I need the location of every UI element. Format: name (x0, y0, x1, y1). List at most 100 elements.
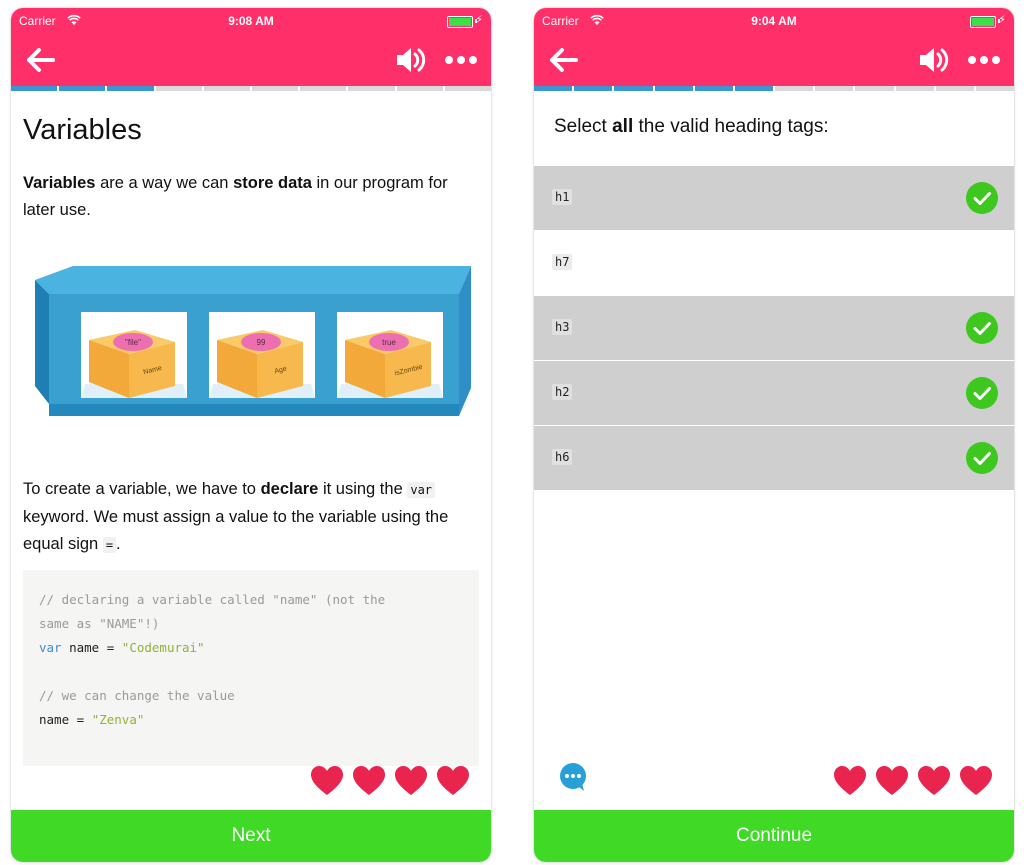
lives-hearts (311, 766, 469, 796)
progress-segment (895, 86, 934, 91)
charging-icon: ⚡ (475, 14, 483, 26)
status-time: 9:08 AM (228, 14, 274, 28)
heart-icon (437, 766, 469, 795)
heart-icon (395, 766, 427, 795)
more-dots-icon (445, 56, 477, 64)
code-line-6-string: "Zenva" (91, 712, 145, 727)
lesson-screen: Carrier 9:08 AM ⚡ Variables Variables ar… (11, 8, 491, 862)
declare-text-3: keyword. We must assign a value to the v… (23, 508, 449, 553)
progress-segment (396, 86, 443, 91)
declare-text-4: . (116, 535, 121, 553)
progress-segment (574, 86, 613, 91)
code-line-3-name: name = (61, 640, 122, 655)
heart-icon (311, 766, 343, 795)
answer-option-h7[interactable]: h7 (534, 231, 1014, 295)
answer-option-h2[interactable]: h2 (534, 361, 1014, 425)
battery-level (972, 18, 994, 26)
check-circle-icon (966, 182, 998, 214)
progress-segment (155, 86, 202, 91)
code-line-2: same as "NAME"!) (39, 616, 160, 631)
more-dots-icon (968, 56, 1000, 64)
progress-segment (348, 86, 395, 91)
arrow-left-icon (27, 48, 55, 72)
battery-level (449, 18, 471, 26)
status-bar: Carrier 9:08 AM ⚡ (19, 14, 483, 30)
next-button[interactable]: Next (11, 810, 491, 862)
heart-icon (834, 766, 866, 795)
equal-code: = (102, 537, 117, 553)
charging-icon: ⚡ (998, 14, 1006, 26)
lesson-title: Variables (23, 114, 142, 146)
progress-segment (614, 86, 653, 91)
progress-segment (935, 86, 974, 91)
variable-box: trueisZombie (337, 312, 443, 398)
back-button[interactable] (546, 44, 582, 76)
quiz-progress-bar (534, 86, 1014, 91)
progress-segment (694, 86, 733, 91)
answer-option-label: h3 (552, 319, 573, 335)
progress-segment (775, 86, 814, 91)
progress-segment (59, 86, 106, 91)
sound-button[interactable] (916, 44, 950, 76)
answer-option-label: h7 (552, 254, 573, 270)
check-circle-icon (966, 312, 998, 344)
heart-icon (876, 766, 908, 795)
progress-segment (975, 86, 1014, 91)
speaker-icon (397, 48, 426, 72)
header-bar: Carrier 9:08 AM ⚡ (11, 8, 491, 86)
progress-segment (734, 86, 774, 91)
shelf-illustration: "file"Name 99Age trueisZombie (35, 266, 471, 416)
status-time: 9:04 AM (751, 14, 797, 28)
quiz-screen: Carrier 9:04 AM ⚡ Select all the valid h… (534, 8, 1014, 862)
lives-hearts (834, 766, 992, 796)
declare-text-2: it using the (318, 480, 408, 498)
code-block: // declaring a variable called "name" (n… (39, 588, 385, 732)
question-text-2: the valid heading tags: (633, 116, 829, 137)
box-value: true (382, 338, 396, 347)
variable-box: 99Age (209, 312, 315, 398)
intro-bold-variables: Variables (23, 174, 96, 192)
heart-icon (353, 766, 385, 795)
heart-icon (918, 766, 950, 795)
battery-icon (447, 16, 473, 28)
check-circle-icon (966, 442, 998, 474)
code-example-box: // declaring a variable called "name" (n… (23, 570, 479, 766)
variable-box: "file"Name (81, 312, 187, 398)
declare-text-1: To create a variable, we have to (23, 480, 261, 498)
question-text-1: Select (554, 116, 613, 137)
question-bold-all: all (612, 116, 634, 137)
answer-option-h1[interactable]: h1 (534, 166, 1014, 230)
box-value: "file" (125, 338, 141, 347)
progress-segment (815, 86, 854, 91)
progress-segment (11, 86, 58, 91)
more-button[interactable] (964, 44, 1004, 76)
progress-segment (654, 86, 693, 91)
intro-text-1: are a way we can (95, 174, 234, 192)
continue-button[interactable]: Continue (534, 810, 1014, 862)
back-button[interactable] (23, 44, 59, 76)
box-value: 99 (257, 338, 266, 347)
code-keyword-var: var (39, 640, 62, 655)
var-code: var (407, 482, 436, 498)
code-line-3-string: "Codemurai" (121, 640, 205, 655)
status-bar: Carrier 9:04 AM ⚡ (542, 14, 1006, 30)
answer-option-label: h6 (552, 449, 573, 465)
header-bar: Carrier 9:04 AM ⚡ (534, 8, 1014, 86)
code-line-5: // we can change the value (39, 688, 235, 703)
lesson-progress-bar (11, 86, 491, 91)
sound-button[interactable] (393, 44, 427, 76)
answer-option-label: h1 (552, 189, 573, 205)
declare-bold: declare (260, 480, 319, 498)
discussion-button[interactable] (558, 762, 588, 792)
progress-segment (203, 86, 251, 91)
answer-option-h3[interactable]: h3 (534, 296, 1014, 360)
heart-icon (960, 766, 992, 795)
intro-paragraph: Variables are a way we can store data in… (23, 170, 483, 224)
progress-segment (855, 86, 894, 91)
answer-option-h6[interactable]: h6 (534, 426, 1014, 490)
progress-segment (252, 86, 299, 91)
answer-option-label: h2 (552, 384, 573, 400)
more-button[interactable] (441, 44, 481, 76)
chat-bubble-icon (560, 763, 586, 791)
arrow-left-icon (550, 48, 578, 72)
